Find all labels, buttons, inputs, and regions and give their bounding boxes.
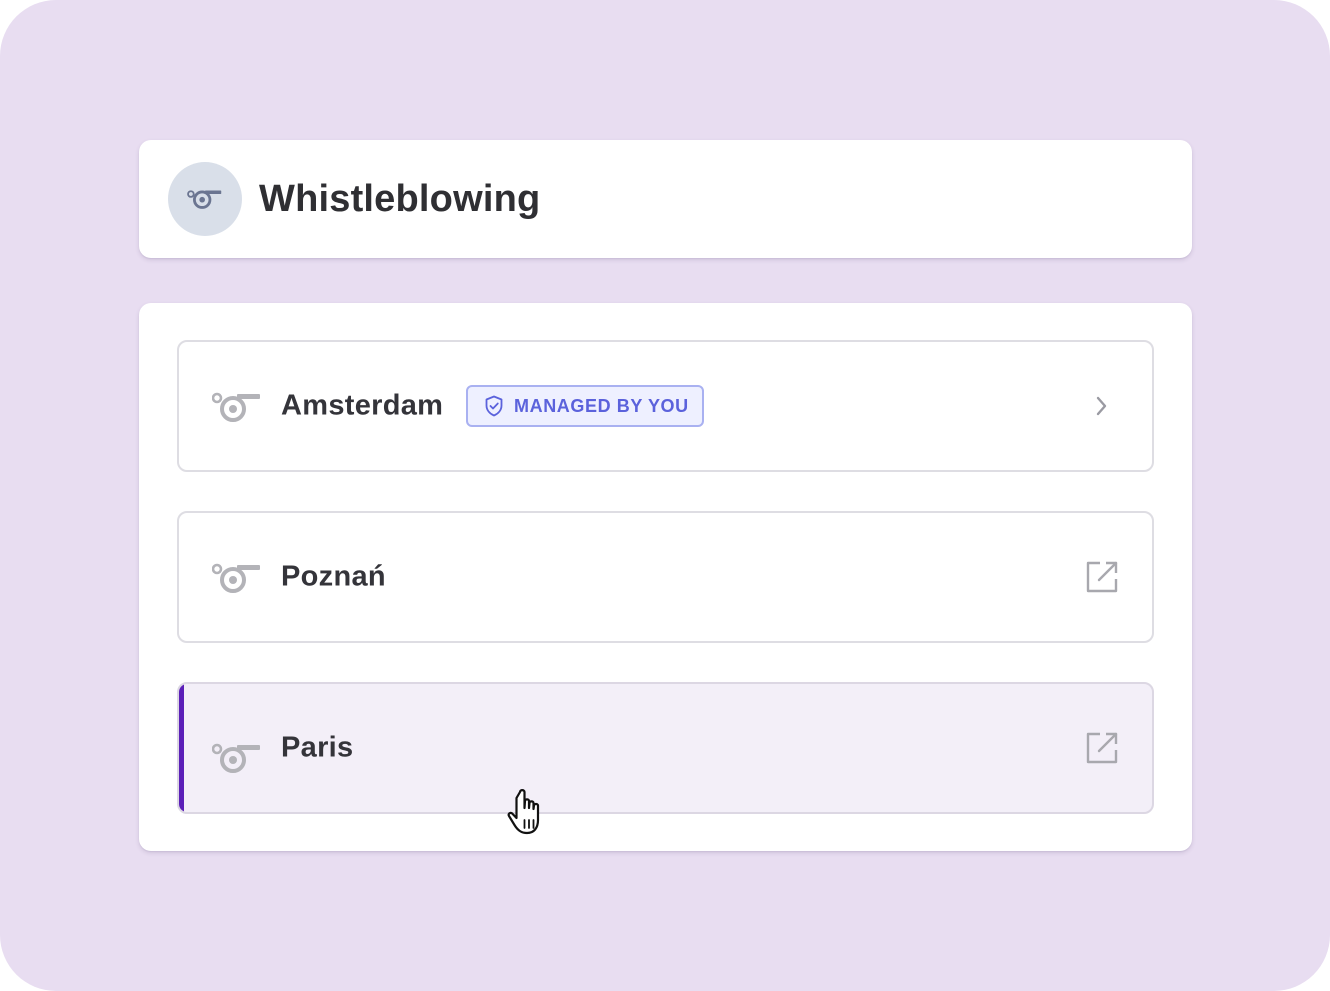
shield-check-icon bbox=[485, 395, 503, 417]
active-indicator bbox=[179, 684, 184, 812]
managed-by-you-badge: MANAGED BY YOU bbox=[466, 385, 704, 427]
external-link-icon[interactable] bbox=[1084, 559, 1120, 595]
chevron-right-icon bbox=[1084, 388, 1120, 424]
app-frame: Whistleblowing Amsterdam MANAGED BY YOU bbox=[0, 0, 1330, 991]
external-link-icon[interactable] bbox=[1084, 730, 1120, 766]
channel-label: Poznań bbox=[281, 560, 386, 593]
channel-item-amsterdam[interactable]: Amsterdam MANAGED BY YOU bbox=[177, 340, 1154, 472]
hand-cursor-icon bbox=[507, 789, 540, 835]
channel-item-paris[interactable]: Paris bbox=[177, 682, 1154, 814]
badge-label: MANAGED BY YOU bbox=[514, 395, 689, 416]
whistle-icon bbox=[187, 190, 222, 209]
whistle-avatar bbox=[168, 162, 242, 236]
whistle-icon bbox=[212, 563, 260, 593]
whistle-icon bbox=[212, 743, 260, 773]
channel-item-poznan[interactable]: Poznań bbox=[177, 511, 1154, 643]
channel-list: Amsterdam MANAGED BY YOU Poznań Paris bbox=[139, 303, 1192, 851]
page-title: Whistleblowing bbox=[259, 178, 541, 220]
whistle-icon bbox=[212, 392, 260, 422]
channel-label: Paris bbox=[281, 731, 354, 764]
header-card: Whistleblowing bbox=[139, 140, 1192, 258]
channel-label: Amsterdam bbox=[281, 389, 444, 422]
